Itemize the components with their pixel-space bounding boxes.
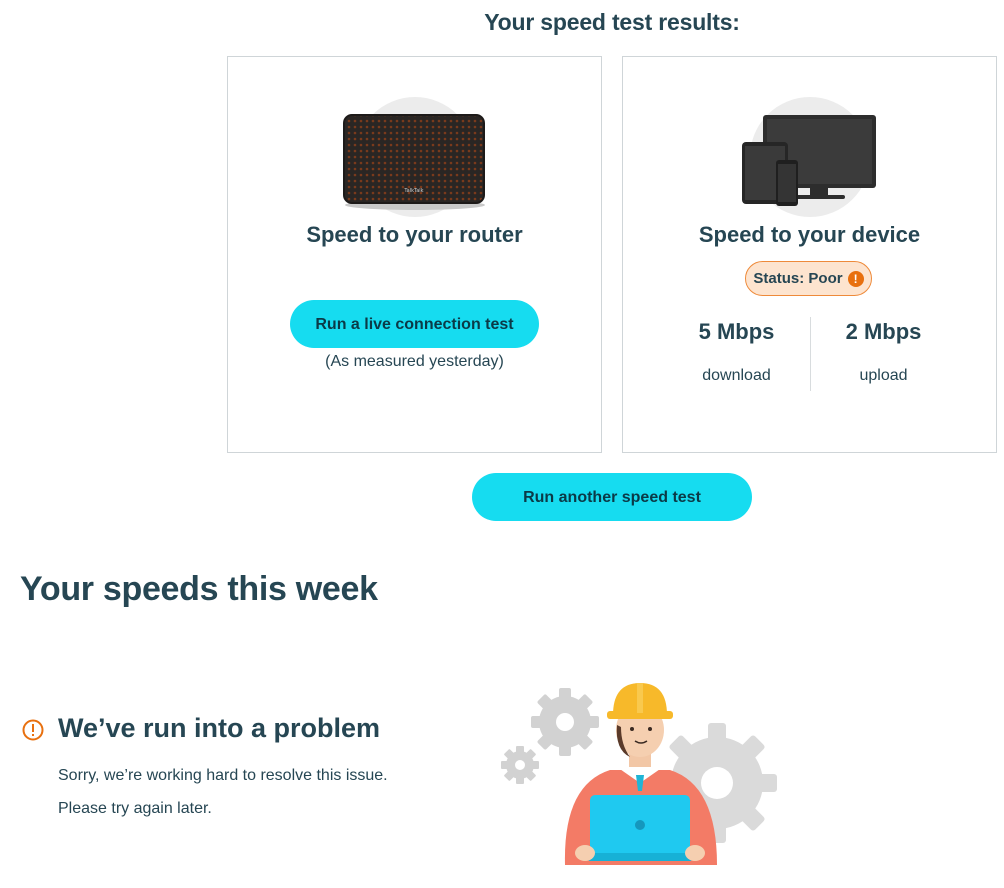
download-speed: 5 Mbps download xyxy=(663,319,810,385)
upload-value: 2 Mbps xyxy=(845,319,922,344)
measured-note: (As measured yesterday) xyxy=(325,353,504,370)
run-live-connection-test-button[interactable]: Run a live connection test xyxy=(290,300,539,348)
status-label: Status: Poor xyxy=(753,270,843,287)
devices-icon xyxy=(742,115,876,206)
gear-icon xyxy=(531,688,599,756)
problem-message-line-2: Please try again later. xyxy=(58,800,212,817)
alert-icon xyxy=(22,719,44,741)
results-title: Your speed test results: xyxy=(484,9,740,35)
upload-speed: 2 Mbps upload xyxy=(810,319,957,385)
status-badge: Status: Poor ! xyxy=(745,261,872,296)
speeds-this-week-title: Your speeds this week xyxy=(20,570,378,608)
gear-icon xyxy=(501,746,539,784)
router-brand-mark: TalkTalk xyxy=(403,188,423,194)
router-icon: TalkTalk xyxy=(343,114,485,210)
engineer-illustration xyxy=(501,683,777,865)
download-label: download xyxy=(702,367,771,384)
warning-icon: ! xyxy=(847,270,864,287)
router-card-title: Speed to your router xyxy=(306,222,523,247)
download-value: 5 Mbps xyxy=(698,319,775,344)
problem-title: We’ve run into a problem xyxy=(58,713,381,743)
device-card-title: Speed to your device xyxy=(698,222,921,247)
router-speed-card: TalkTalk Speed to your router Run a live… xyxy=(227,56,602,453)
run-another-speed-test-button[interactable]: Run another speed test xyxy=(472,473,752,521)
problem-message-line-1: Sorry, we’re working hard to resolve thi… xyxy=(58,767,388,784)
upload-label: upload xyxy=(859,367,908,384)
device-speed-card: Speed to your device Status: Poor ! 5 Mb… xyxy=(622,56,997,453)
